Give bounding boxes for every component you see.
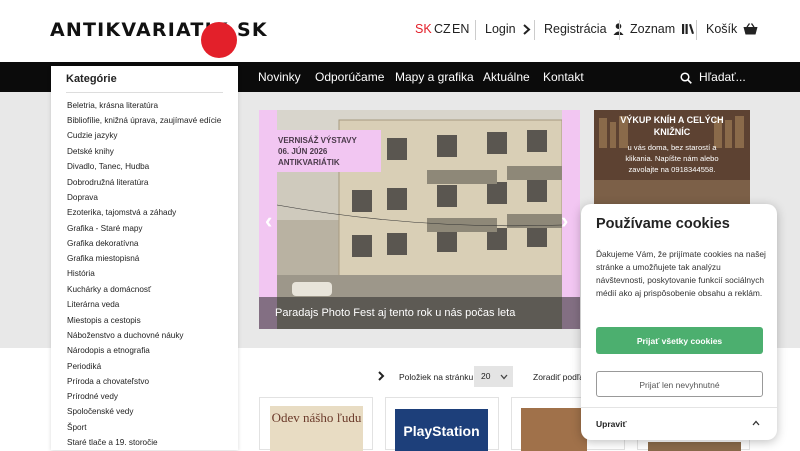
buyout-text: u vás doma, bez starostí a klikania. Nap… bbox=[594, 142, 750, 175]
buyout-title-line: KNIŽNÍC bbox=[653, 127, 691, 137]
login-label: Login bbox=[485, 22, 516, 36]
buyout-banner[interactable]: VÝKUP KNÍH A CELÝCH KNIŽNÍC u vás doma, … bbox=[594, 110, 750, 206]
basket-icon bbox=[743, 23, 758, 35]
search-icon[interactable] bbox=[680, 72, 692, 84]
sidebar-item-prirodne-vedy[interactable]: Prírodné vedy bbox=[67, 392, 118, 401]
cookie-consent-dialog: Používame cookies Ďakujeme Vám, že prijí… bbox=[581, 204, 777, 440]
register-label: Registrácia bbox=[544, 22, 607, 36]
accept-all-cookies-button[interactable]: Prijať všetky cookies bbox=[596, 327, 763, 354]
logo-suffix: SK bbox=[237, 19, 268, 41]
cookie-title: Používame cookies bbox=[596, 216, 730, 232]
sidebar-item-bibliofilie[interactable]: Bibliofílie, knižná úprava, zaujímavé ed… bbox=[67, 116, 221, 125]
banner-event-tag: VERNISÁŽ VÝSTAVY 06. JÚN 2026 ANTIKVARIÁ… bbox=[271, 130, 381, 172]
sidebar-item-grafika-dekorativna[interactable]: Grafika dekoratívna bbox=[67, 239, 138, 248]
product-cover: PlayStation bbox=[395, 409, 488, 451]
buyout-text-line: u vás doma, bez starostí a bbox=[627, 143, 717, 152]
login-link[interactable]: Login bbox=[485, 22, 531, 36]
nav-odporucame[interactable]: Odporúčame bbox=[315, 70, 384, 84]
nav-mapy-a-grafika[interactable]: Mapy a grafika bbox=[395, 70, 474, 84]
sort-label[interactable]: Zoradiť podľa bbox=[533, 372, 584, 382]
sidebar-item-detske-knihy[interactable]: Detské knihy bbox=[67, 147, 114, 156]
lang-cz[interactable]: CZ bbox=[434, 22, 451, 36]
cart-link[interactable]: Košík bbox=[706, 22, 758, 36]
header-divider bbox=[696, 20, 697, 40]
site-logo[interactable]: ANTIKVARIATIK SK bbox=[50, 19, 268, 58]
buyout-title-line: VÝKUP KNÍH A CELÝCH bbox=[620, 115, 724, 125]
search-input[interactable]: Hľadať... bbox=[699, 70, 746, 84]
sidebar-title: Kategórie bbox=[66, 73, 117, 85]
slider-prev-icon[interactable]: ‹ bbox=[265, 208, 272, 234]
product-cover bbox=[521, 408, 587, 451]
customize-cookies-toggle[interactable]: Upraviť bbox=[596, 419, 627, 429]
product-card[interactable]: PlayStation bbox=[385, 397, 499, 451]
product-card[interactable]: Odev nášho ľudu bbox=[259, 397, 373, 451]
sidebar-item-nabozenstvo[interactable]: Náboženstvo a duchovné náuky bbox=[67, 331, 184, 340]
lang-sk[interactable]: SK bbox=[415, 22, 432, 36]
sidebar-item-sport[interactable]: Šport bbox=[67, 423, 87, 432]
buyout-text-line: zavolajte na 0918344558. bbox=[628, 165, 716, 174]
sidebar-item-ezoterika[interactable]: Ezoterika, tajomstvá a záhady bbox=[67, 208, 176, 217]
banner-caption[interactable]: Paradajs Photo Fest aj tento rok u nás p… bbox=[259, 297, 580, 329]
header-divider bbox=[534, 20, 535, 40]
sidebar-item-literarna-veda[interactable]: Literárna veda bbox=[67, 300, 119, 309]
sidebar-item-historia[interactable]: História bbox=[67, 269, 95, 278]
sidebar-item-priroda[interactable]: Príroda a chovateľstvo bbox=[67, 377, 149, 386]
logo-red-dot bbox=[201, 22, 237, 58]
wishlist-link[interactable]: Zoznam bbox=[630, 22, 695, 36]
sidebar-item-kucharky[interactable]: Kuchárky a domácnosť bbox=[67, 285, 151, 294]
per-page-value: 20 bbox=[481, 371, 491, 381]
product-cover: Odev nášho ľudu bbox=[270, 406, 363, 451]
banner-tag-line: ANTIKVARIÁTIK bbox=[278, 158, 340, 167]
sidebar-item-doprava[interactable]: Doprava bbox=[67, 193, 98, 202]
sidebar-item-cudzie-jazyky[interactable]: Cudzie jazyky bbox=[67, 131, 118, 140]
product-cover-title: PlayStation bbox=[403, 423, 480, 439]
sidebar-item-beletria[interactable]: Beletria, krásna literatúra bbox=[67, 101, 158, 110]
chevron-right-icon bbox=[522, 23, 531, 35]
category-sidebar: Kategórie Beletria, krásna literatúra Bi… bbox=[51, 66, 238, 450]
sidebar-item-periodika[interactable]: Periodiká bbox=[67, 362, 101, 371]
cookie-divider bbox=[581, 407, 777, 408]
cookie-text: Ďakujeme Vám, že prijímate cookies na na… bbox=[596, 249, 766, 298]
chevron-up-icon[interactable] bbox=[752, 420, 760, 426]
header-divider bbox=[475, 20, 476, 40]
cart-label: Košík bbox=[706, 22, 738, 36]
sidebar-item-grafika-miestopisna[interactable]: Grafika miestopisná bbox=[67, 254, 139, 263]
sidebar-item-spolocenske-vedy[interactable]: Spoločenské vedy bbox=[67, 407, 133, 416]
lang-en[interactable]: EN bbox=[452, 22, 469, 36]
banner-tag-line: 06. JÚN 2026 bbox=[278, 147, 328, 156]
nav-kontakt[interactable]: Kontakt bbox=[543, 70, 584, 84]
sidebar-item-narodopis[interactable]: Národopis a etnografia bbox=[67, 346, 150, 355]
sidebar-item-stare-tlace[interactable]: Staré tlače a 19. storočie bbox=[67, 438, 158, 447]
chevron-down-icon bbox=[500, 374, 508, 380]
sidebar-item-divadlo[interactable]: Divadlo, Tanec, Hudba bbox=[67, 162, 149, 171]
register-link[interactable]: Registrácia bbox=[544, 22, 624, 36]
sidebar-item-dobrodruzna[interactable]: Dobrodružná literatúra bbox=[67, 178, 148, 187]
per-page-select[interactable]: 20 bbox=[474, 366, 513, 387]
sidebar-item-grafika-stare-mapy[interactable]: Grafika - Staré mapy bbox=[67, 224, 143, 233]
nav-aktualne[interactable]: Aktuálne bbox=[483, 70, 530, 84]
sidebar-item-miestopis[interactable]: Miestopis a cestopis bbox=[67, 316, 141, 325]
banner-tag-line: VERNISÁŽ VÝSTAVY bbox=[278, 136, 357, 145]
header-divider bbox=[619, 20, 620, 40]
wishlist-label: Zoznam bbox=[630, 22, 676, 36]
buyout-title: VÝKUP KNÍH A CELÝCH KNIŽNÍC bbox=[594, 114, 750, 138]
chevron-right-icon[interactable] bbox=[377, 371, 385, 381]
site-header: ANTIKVARIATIK SK SK CZ EN Login Registrá… bbox=[0, 0, 800, 62]
sidebar-divider bbox=[66, 92, 223, 93]
per-page-label: Položiek na stránku bbox=[399, 372, 474, 382]
nav-novinky[interactable]: Novinky bbox=[258, 70, 301, 84]
books-icon bbox=[682, 24, 695, 34]
hero-slider[interactable]: VERNISÁŽ VÝSTAVY 06. JÚN 2026 ANTIKVARIÁ… bbox=[259, 110, 580, 329]
product-cover-title: Odev nášho ľudu bbox=[271, 410, 362, 425]
accept-necessary-cookies-button[interactable]: Prijať len nevyhnutné bbox=[596, 371, 763, 397]
slider-next-icon[interactable]: › bbox=[561, 208, 568, 234]
buyout-text-line: klikania. Napíšte nám alebo bbox=[625, 154, 719, 163]
